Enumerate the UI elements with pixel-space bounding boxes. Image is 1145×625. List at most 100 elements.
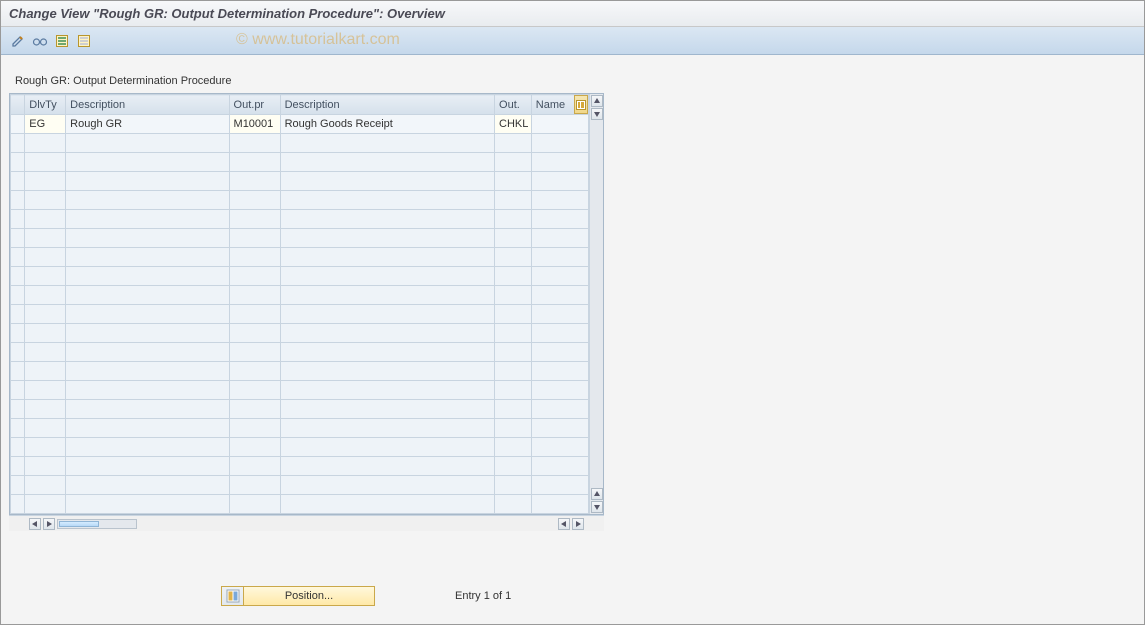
grid-cell[interactable] <box>66 419 229 438</box>
grid-cell[interactable] <box>495 419 532 438</box>
hscroll-left-button[interactable] <box>29 518 41 530</box>
other-view-button[interactable] <box>31 32 49 50</box>
grid-cell[interactable] <box>66 191 229 210</box>
grid-cell[interactable] <box>229 476 280 495</box>
grid-cell[interactable] <box>25 438 66 457</box>
grid-cell[interactable] <box>229 153 280 172</box>
grid-cell[interactable] <box>495 248 532 267</box>
grid-cell[interactable] <box>531 457 588 476</box>
grid-cell[interactable] <box>495 229 532 248</box>
grid-cell[interactable] <box>531 400 588 419</box>
grid-cell[interactable] <box>229 343 280 362</box>
grid-cell[interactable] <box>25 229 66 248</box>
grid-cell[interactable] <box>495 343 532 362</box>
scroll-up-button[interactable] <box>591 95 603 107</box>
grid-cell[interactable] <box>280 419 494 438</box>
row-handle[interactable] <box>11 438 25 457</box>
grid-cell[interactable] <box>531 267 588 286</box>
grid-cell[interactable] <box>25 191 66 210</box>
grid-cell[interactable] <box>495 172 532 191</box>
grid-cell[interactable] <box>66 381 229 400</box>
scroll-down-top-button[interactable] <box>591 108 603 120</box>
grid-cell[interactable] <box>25 457 66 476</box>
row-handle[interactable] <box>11 191 25 210</box>
grid-cell[interactable] <box>66 286 229 305</box>
select-all-rows-handle[interactable] <box>11 95 25 115</box>
position-button[interactable]: Position... <box>221 586 375 606</box>
grid-cell[interactable] <box>531 438 588 457</box>
grid-cell[interactable] <box>66 343 229 362</box>
grid-cell[interactable] <box>229 419 280 438</box>
grid-cell[interactable] <box>531 229 588 248</box>
row-handle[interactable] <box>11 400 25 419</box>
grid-cell[interactable] <box>66 305 229 324</box>
grid-cell[interactable] <box>229 286 280 305</box>
grid-cell[interactable] <box>229 362 280 381</box>
grid-cell[interactable] <box>495 153 532 172</box>
grid-cell[interactable] <box>531 153 588 172</box>
grid-cell[interactable] <box>280 476 494 495</box>
grid-cell[interactable] <box>280 134 494 153</box>
grid-cell[interactable] <box>531 115 588 134</box>
hscroll-right-a-button[interactable] <box>43 518 55 530</box>
grid-cell[interactable] <box>495 400 532 419</box>
grid-cell[interactable] <box>229 267 280 286</box>
grid-cell[interactable] <box>229 457 280 476</box>
col-header-outpr[interactable]: Out.pr <box>229 95 280 115</box>
grid-cell[interactable] <box>495 286 532 305</box>
grid-cell[interactable] <box>66 134 229 153</box>
grid-cell[interactable] <box>495 476 532 495</box>
grid-cell[interactable] <box>66 172 229 191</box>
grid-cell[interactable] <box>229 381 280 400</box>
col-header-desc1[interactable]: Description <box>66 95 229 115</box>
grid-cell[interactable] <box>229 438 280 457</box>
grid-cell[interactable] <box>66 457 229 476</box>
grid-cell[interactable] <box>66 400 229 419</box>
grid-cell[interactable] <box>280 248 494 267</box>
select-all-button[interactable] <box>53 32 71 50</box>
grid-cell[interactable] <box>25 248 66 267</box>
deselect-all-button[interactable] <box>75 32 93 50</box>
grid-cell[interactable] <box>280 381 494 400</box>
grid-cell[interactable] <box>25 343 66 362</box>
row-handle[interactable] <box>11 305 25 324</box>
grid-cell[interactable] <box>229 134 280 153</box>
hscroll-right-button[interactable] <box>572 518 584 530</box>
grid-cell[interactable] <box>495 267 532 286</box>
grid-cell[interactable] <box>280 495 494 514</box>
grid-cell[interactable] <box>495 457 532 476</box>
grid-cell[interactable] <box>66 210 229 229</box>
grid-cell[interactable] <box>531 381 588 400</box>
grid-cell[interactable] <box>25 210 66 229</box>
row-handle[interactable] <box>11 324 25 343</box>
grid-cell[interactable] <box>495 438 532 457</box>
grid-cell[interactable] <box>495 191 532 210</box>
grid-cell[interactable] <box>531 305 588 324</box>
grid-cell[interactable] <box>531 248 588 267</box>
grid-cell[interactable]: EG <box>25 115 66 134</box>
grid-cell[interactable] <box>531 419 588 438</box>
row-handle[interactable] <box>11 172 25 191</box>
vertical-scrollbar[interactable] <box>589 94 603 514</box>
grid-cell[interactable] <box>66 248 229 267</box>
grid-cell[interactable] <box>229 229 280 248</box>
row-handle[interactable] <box>11 248 25 267</box>
grid-cell[interactable] <box>229 305 280 324</box>
grid-cell[interactable] <box>495 495 532 514</box>
grid-cell[interactable] <box>229 324 280 343</box>
grid-cell[interactable] <box>280 457 494 476</box>
grid-cell[interactable] <box>495 324 532 343</box>
row-handle[interactable] <box>11 267 25 286</box>
grid-cell[interactable] <box>66 229 229 248</box>
grid-cell[interactable] <box>531 286 588 305</box>
grid-cell[interactable] <box>229 210 280 229</box>
grid-cell[interactable] <box>495 381 532 400</box>
grid-cell[interactable] <box>66 267 229 286</box>
hscroll-left-b-button[interactable] <box>558 518 570 530</box>
row-handle[interactable] <box>11 134 25 153</box>
grid-cell[interactable] <box>25 381 66 400</box>
grid-cell[interactable]: Rough Goods Receipt <box>280 115 494 134</box>
grid-cell[interactable] <box>25 172 66 191</box>
grid-cell[interactable] <box>280 153 494 172</box>
row-handle[interactable] <box>11 362 25 381</box>
